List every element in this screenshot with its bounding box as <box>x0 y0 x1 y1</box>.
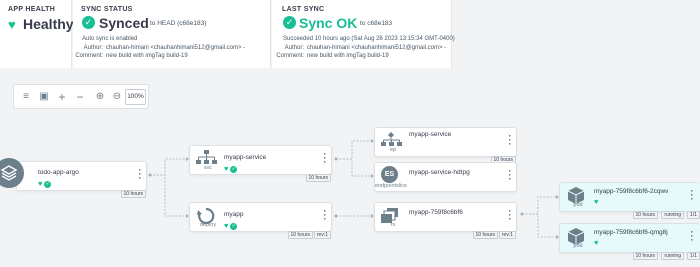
node-kind: ep <box>389 147 397 153</box>
check-circle-icon: ✓ <box>230 165 238 173</box>
ready-count-tag: 1/1 <box>687 211 700 219</box>
node-name: myapp <box>224 211 244 218</box>
heart-icon: ♥ <box>224 164 229 173</box>
more-menu-icon[interactable]: · · · <box>508 167 512 184</box>
more-menu-icon[interactable]: · · · <box>690 228 694 245</box>
more-menu-icon[interactable]: · · · <box>690 187 694 204</box>
node-kind: pod <box>573 243 583 249</box>
age-tag: 10 hours <box>632 211 658 219</box>
heart-icon: ♥ <box>594 238 599 247</box>
age-tag: 10 hours <box>305 174 331 182</box>
node-endpointslice[interactable]: ES endpointslice myapp-service-hdtpg · · · <box>374 162 517 192</box>
heart-icon: ♥ <box>594 197 599 206</box>
rev-tag: rev:1 <box>313 231 331 239</box>
node-deployment[interactable]: deploy myapp ♥ ✓ · · · 10 hours rev:1 <box>189 202 332 239</box>
node-status: ♥ ✓ <box>38 179 52 188</box>
node-replicaset[interactable]: rs myapp-759f8c6bf6 · · · 10 hours rev:1 <box>374 202 517 239</box>
more-menu-icon[interactable]: · · · <box>138 166 142 183</box>
node-name: myapp-759f8c6bf6 <box>409 209 463 216</box>
more-menu-icon[interactable]: · · · <box>508 132 512 149</box>
node-status: ♥ ✓ <box>224 164 238 173</box>
node-name: todo-app-argo <box>38 169 79 176</box>
more-menu-icon[interactable]: · · · <box>508 207 512 224</box>
age-tag: 10 hours <box>120 190 146 198</box>
node-name: myapp-service <box>409 131 452 138</box>
node-status: ♥ ✓ <box>224 221 238 230</box>
ready-count-tag: 1/1 <box>687 252 700 260</box>
node-status: ♥ <box>594 197 598 206</box>
node-kind: rs <box>390 222 396 228</box>
node-name: myapp-service-hdtpg <box>409 169 470 176</box>
node-pod[interactable]: pod myapp-759f8c6bf6-2cqwv ♥ · · · 10 hour… <box>559 182 700 219</box>
node-endpoints[interactable]: ep myapp-service · · · 10 hours <box>374 127 517 164</box>
node-name: myapp-service <box>224 154 267 161</box>
node-status: ♥ <box>594 238 598 247</box>
pod-status-tag: running <box>661 252 684 260</box>
age-tag: 10 hours <box>287 231 313 239</box>
node-application[interactable]: todo-app-argo ♥ ✓ · · · 10 hours <box>16 161 147 198</box>
node-pod[interactable]: pod myapp-759f8c6bf6-qmg8j ♥ · · · 10 hour… <box>559 223 700 260</box>
node-name: myapp-759f8c6bf6-qmg8j <box>594 229 668 236</box>
check-circle-icon: ✓ <box>44 180 52 188</box>
age-tag: 10 hours <box>472 231 498 239</box>
heart-icon: ♥ <box>38 179 43 188</box>
node-name: myapp-759f8c6bf6-2cqwv <box>594 188 669 195</box>
heart-icon: ♥ <box>224 221 229 230</box>
node-kind: endpointslice <box>374 183 408 189</box>
more-menu-icon[interactable]: · · · <box>323 150 327 167</box>
rev-tag: rev:1 <box>498 231 516 239</box>
node-service[interactable]: svc myapp-service ♥ ✓ · · · 10 hours <box>189 145 332 182</box>
endpointslice-badge: ES <box>381 166 398 183</box>
node-kind: deploy <box>199 222 217 228</box>
node-kind: svc <box>203 165 213 171</box>
pod-status-tag: running <box>661 211 684 219</box>
application-icon <box>0 158 24 188</box>
more-menu-icon[interactable]: · · · <box>323 207 327 224</box>
node-kind: pod <box>573 202 583 208</box>
check-circle-icon: ✓ <box>230 222 238 230</box>
age-tag: 10 hours <box>632 252 658 260</box>
